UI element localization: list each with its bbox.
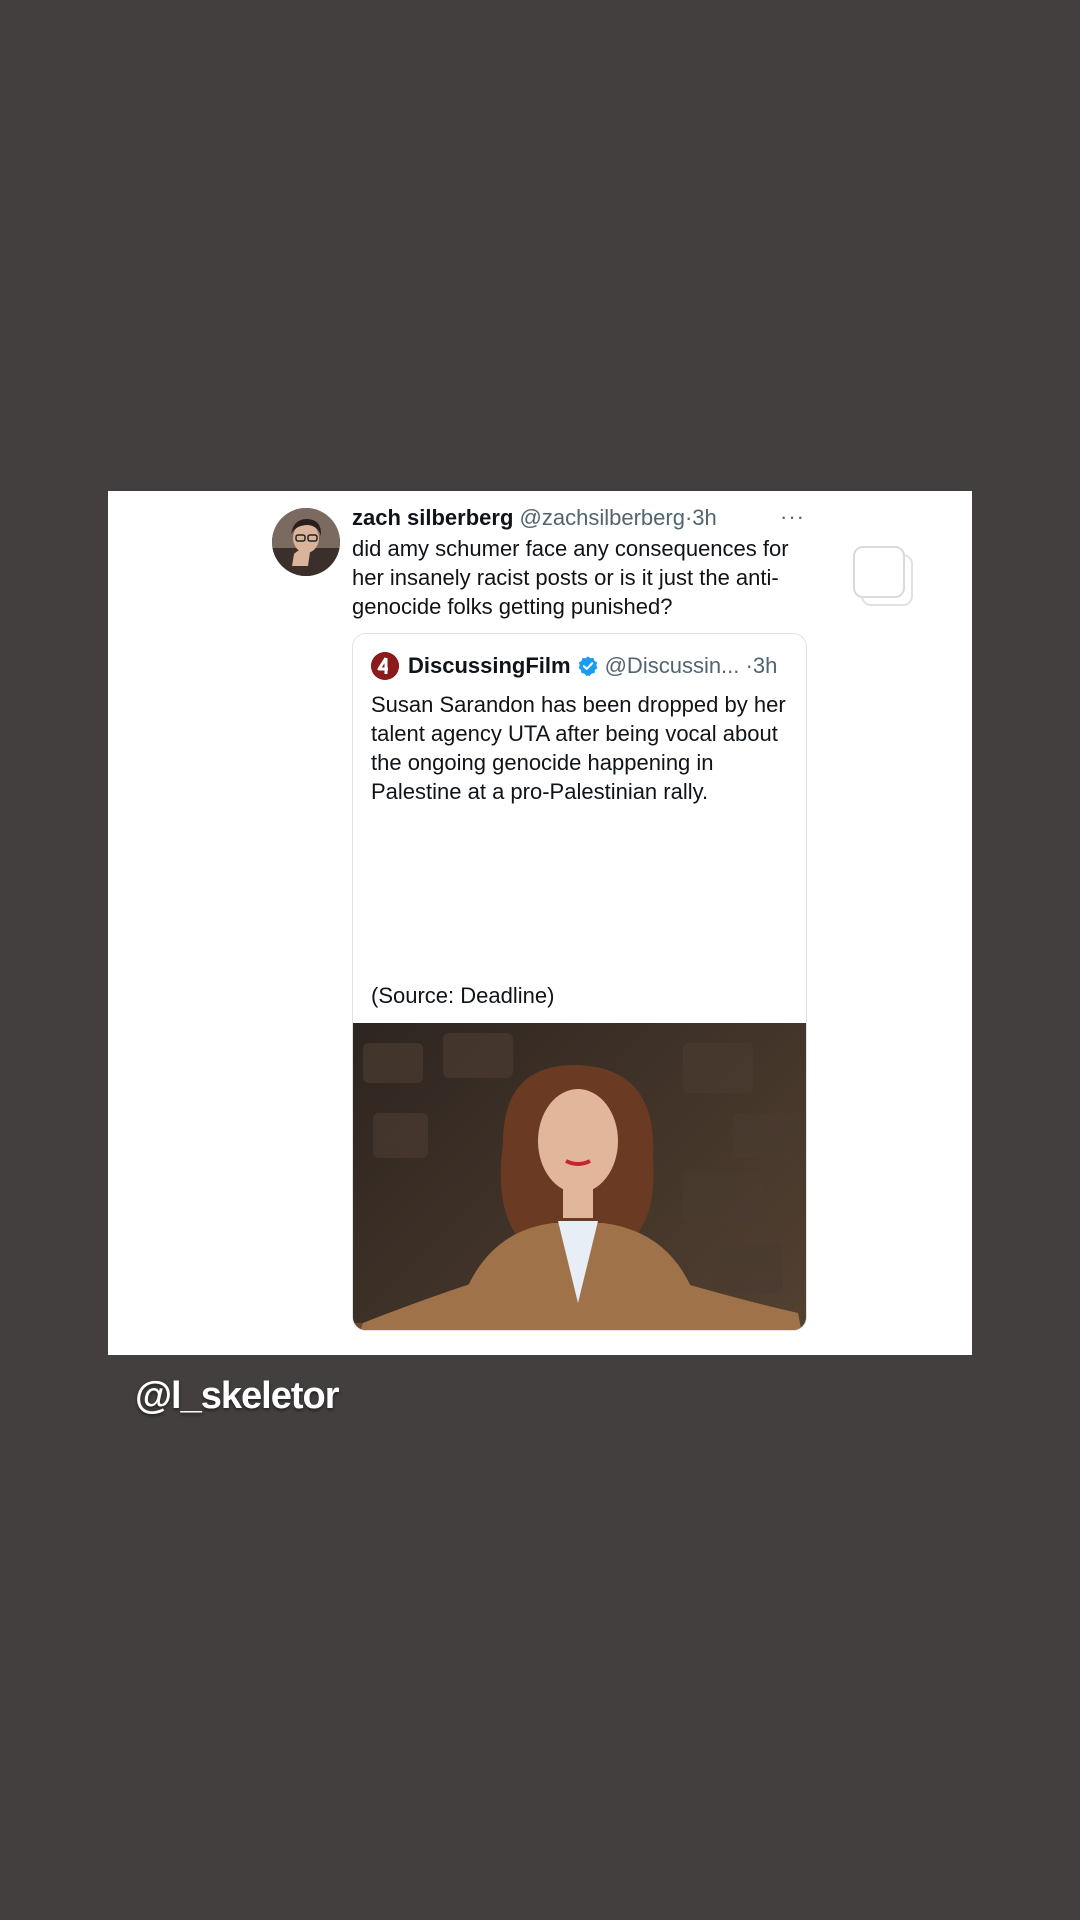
copy-icon[interactable] bbox=[850, 543, 916, 609]
quoted-tweet-source: (Source: Deadline) bbox=[371, 983, 555, 1008]
quoted-tweet-text: Susan Sarandon has been dropped by her t… bbox=[371, 692, 786, 804]
quoted-timestamp[interactable]: 3h bbox=[753, 652, 777, 680]
author-handle[interactable]: @zachsilberberg bbox=[520, 505, 685, 530]
quoted-author-handle[interactable]: @Discussin... bbox=[605, 652, 740, 680]
quoted-tweet-header: DiscussingFilm @Discussin... · 3h bbox=[371, 652, 777, 680]
tweet-timestamp[interactable]: 3h bbox=[692, 505, 716, 530]
photo-woman-balcony bbox=[353, 1023, 806, 1330]
discussingfilm-logo-icon[interactable] bbox=[371, 652, 399, 680]
quoted-meta-separator: · bbox=[745, 653, 753, 678]
quoted-tweet[interactable]: DiscussingFilm @Discussin... · 3h Susan S… bbox=[352, 633, 807, 1331]
quoted-author-name[interactable]: DiscussingFilm bbox=[408, 652, 571, 680]
avatar-photo bbox=[272, 508, 340, 576]
shared-post-card[interactable]: zach silberberg @zachsilberberg·3h ··· d… bbox=[108, 491, 972, 1355]
more-dots-icon[interactable]: ··· bbox=[780, 504, 805, 530]
tweet-text: did amy schumer face any consequences fo… bbox=[352, 536, 789, 619]
verified-badge-icon bbox=[578, 656, 598, 676]
author-name[interactable]: zach silberberg bbox=[352, 505, 513, 530]
mention-sticker[interactable]: @l_skeletor bbox=[135, 1374, 339, 1418]
author-avatar[interactable] bbox=[272, 508, 340, 576]
quoted-tweet-photo[interactable] bbox=[353, 1023, 806, 1330]
